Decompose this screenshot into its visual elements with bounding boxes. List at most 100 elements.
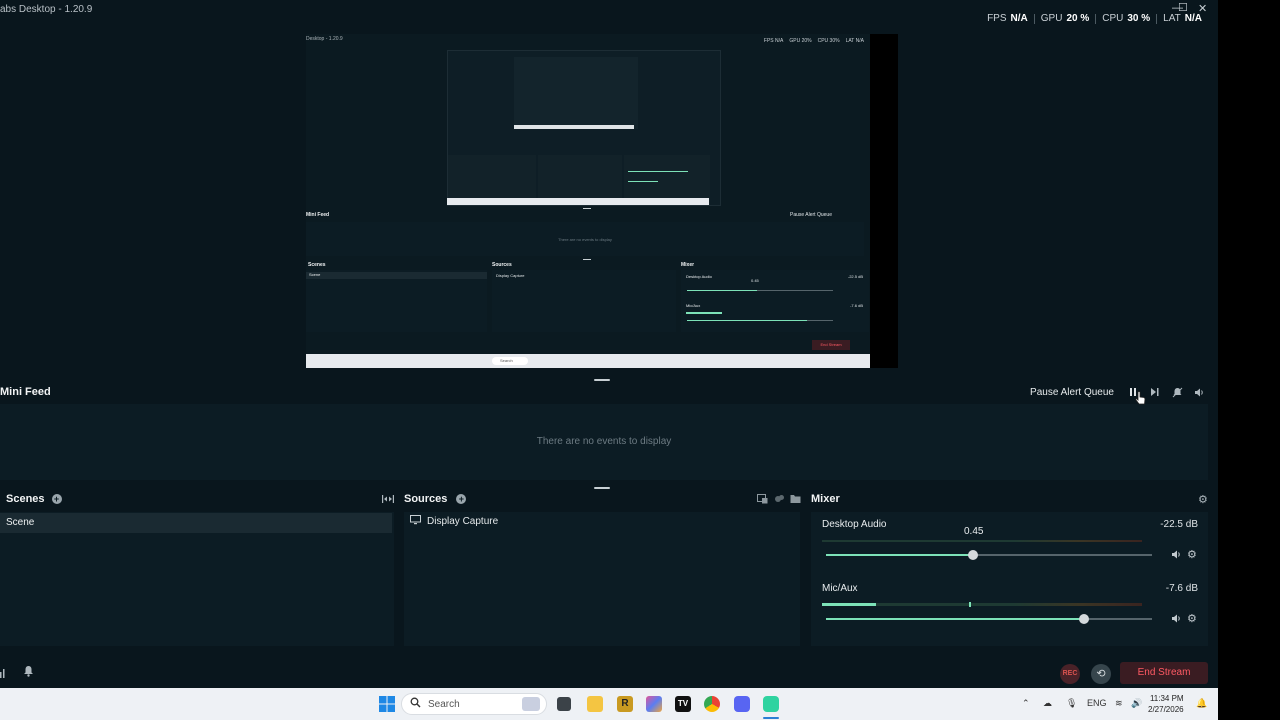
skip-alert-icon[interactable] bbox=[1148, 385, 1162, 399]
file-explorer-icon[interactable] bbox=[587, 696, 603, 712]
volume-tray-icon[interactable]: 🔊 bbox=[1131, 698, 1142, 709]
slider-knob[interactable] bbox=[1078, 614, 1089, 624]
source-name: Display Capture bbox=[427, 516, 499, 527]
microphone-icon[interactable]: 🎙 bbox=[1066, 698, 1077, 709]
scene-list-item[interactable]: Scene bbox=[0, 513, 392, 533]
preview-sources-title: Sources bbox=[492, 262, 512, 268]
preview-scenes-body: Scene bbox=[306, 270, 487, 332]
add-scene-icon[interactable]: + bbox=[51, 494, 62, 504]
mic-aux-label: Mic/Aux bbox=[822, 583, 858, 594]
footer-bar: REC ⟲ End Stream bbox=[0, 660, 1218, 688]
preview-minifeed-body: There are no events to display bbox=[306, 222, 864, 256]
taskbar-search-box[interactable]: Search bbox=[401, 693, 547, 715]
mouse-cursor-icon bbox=[1135, 391, 1146, 405]
mini-feed-toolbar: Pause Alert Queue bbox=[1030, 385, 1206, 399]
preview-scenes-title: Scenes bbox=[308, 262, 326, 268]
preview-mixer-body: Desktop Audio 0.45 -22.5 dB Mic/Aux -7.6… bbox=[681, 270, 869, 332]
search-highlight-icon bbox=[522, 697, 540, 711]
gear-icon[interactable]: ⚙ bbox=[1187, 548, 1197, 561]
nested-preview-inner bbox=[514, 57, 638, 129]
tray-chevron-up-icon[interactable]: ⌃ bbox=[1022, 698, 1030, 709]
search-placeholder: Search bbox=[428, 699, 460, 710]
record-button[interactable]: REC bbox=[1060, 664, 1080, 684]
preview-black-edge bbox=[870, 34, 898, 368]
clock-time: 11:34 PM bbox=[1149, 694, 1184, 703]
mute-notifications-icon[interactable] bbox=[1170, 385, 1184, 399]
app-title: abs Desktop - 1.20.9 bbox=[0, 4, 93, 15]
pause-alert-queue-label: Pause Alert Queue bbox=[1030, 386, 1114, 398]
mixer-settings-gear-icon[interactable]: ⚙ bbox=[1198, 493, 1208, 506]
streamlabs-window: abs Desktop - 1.20.9 — ☐ ✕ FPS N/A GPU 20 … bbox=[0, 0, 1218, 688]
preview-stats: FPS N/A GPU 20% CPU 30% LAT N/A bbox=[763, 38, 864, 44]
speaker-icon[interactable] bbox=[1171, 613, 1182, 627]
source-settings-icon[interactable] bbox=[774, 493, 785, 507]
desktop-audio-label: Desktop Audio bbox=[822, 519, 887, 530]
clock[interactable]: 11:34 PM 2/27/2026 bbox=[1148, 693, 1184, 715]
windows-start-icon[interactable] bbox=[379, 696, 395, 712]
peak-marker bbox=[969, 602, 971, 607]
slider-knob[interactable] bbox=[967, 550, 978, 560]
folder-icon[interactable] bbox=[790, 493, 801, 507]
add-source-icon[interactable]: + bbox=[456, 494, 467, 504]
search-icon bbox=[410, 697, 421, 711]
desktop-audio-db: -22.5 dB bbox=[1160, 519, 1198, 530]
title-bar: abs Desktop - 1.20.9 — ☐ ✕ FPS N/A GPU 20 … bbox=[0, 0, 1218, 30]
scene-name: Scene bbox=[6, 517, 35, 528]
notification-center-icon[interactable]: 🔔 bbox=[1196, 698, 1207, 709]
desktop-audio-level-meter bbox=[822, 540, 1142, 542]
mixer-header: Mixer bbox=[811, 490, 840, 508]
task-view-icon[interactable] bbox=[557, 697, 571, 711]
copilot-icon[interactable] bbox=[646, 696, 662, 712]
stream-preview[interactable]: Desktop - 1.20.9 FPS N/A GPU 20% CPU 30% LA… bbox=[306, 34, 898, 368]
clock-date: 2/27/2026 bbox=[1148, 705, 1184, 714]
preview-mixer-title: Mixer bbox=[681, 262, 695, 268]
language-indicator[interactable]: ENG bbox=[1087, 698, 1107, 708]
mic-aux-level-meter bbox=[822, 602, 1142, 607]
source-list-item[interactable]: Display Capture bbox=[410, 515, 498, 528]
scenes-header: Scenes + bbox=[0, 490, 62, 508]
app-icon[interactable]: R bbox=[617, 696, 633, 712]
scenes-title: Scenes bbox=[6, 493, 45, 505]
tradingview-icon[interactable]: TV bbox=[675, 696, 691, 712]
sources-header: Sources + bbox=[404, 490, 467, 508]
volume-icon[interactable] bbox=[1192, 385, 1206, 399]
speaker-icon[interactable] bbox=[1171, 549, 1182, 563]
preview-handle bbox=[583, 208, 591, 209]
resize-handle[interactable] bbox=[594, 487, 610, 489]
mixer-title: Mixer bbox=[811, 493, 840, 505]
source-layout-icon[interactable] bbox=[757, 493, 768, 507]
gear-icon[interactable]: ⚙ bbox=[1187, 612, 1197, 625]
preview-end-stream: End Stream bbox=[812, 340, 850, 350]
replay-buffer-button[interactable]: ⟲ bbox=[1091, 664, 1111, 684]
nested-preview bbox=[447, 50, 721, 237]
chrome-icon[interactable] bbox=[704, 696, 720, 712]
nested-taskbar-strip bbox=[447, 198, 709, 205]
windows-taskbar: Search R TV ⌃ ☁ 🎙 ENG ≋ 🔊 11:34 PM 2/27/… bbox=[0, 688, 1218, 720]
lat-stat: LAT N/A bbox=[1163, 13, 1202, 24]
desktop-audio-volume-value: 0.45 bbox=[964, 526, 984, 537]
preview-pause-label: Pause Alert Queue bbox=[790, 212, 832, 218]
cpu-stat: CPU 30 % bbox=[1102, 13, 1151, 24]
wifi-icon[interactable]: ≋ bbox=[1115, 698, 1123, 709]
mic-aux-db: -7.6 dB bbox=[1165, 583, 1198, 594]
screen-edge bbox=[1218, 0, 1280, 688]
discord-icon[interactable] bbox=[734, 696, 750, 712]
cloud-icon[interactable]: ☁ bbox=[1043, 698, 1052, 709]
stats-chart-icon[interactable] bbox=[0, 667, 6, 681]
mic-aux-volume-slider[interactable] bbox=[826, 614, 1152, 624]
performance-stats: FPS N/A GPU 20 % CPU 30 % LAT N/A bbox=[981, 13, 1208, 24]
desktop-audio-volume-slider[interactable] bbox=[826, 550, 1152, 560]
active-app-indicator bbox=[763, 717, 779, 719]
notification-bell-icon[interactable] bbox=[23, 665, 34, 680]
mixer-panel bbox=[811, 512, 1208, 646]
gpu-stat: GPU 20 % bbox=[1040, 13, 1090, 24]
preview-handle bbox=[583, 259, 591, 260]
mini-feed-header: Mini Feed Pause Alert Queue bbox=[0, 378, 1218, 404]
mini-feed-panel: There are no events to display bbox=[0, 404, 1208, 480]
streamlabs-icon[interactable] bbox=[763, 696, 779, 712]
end-stream-button[interactable]: End Stream bbox=[1120, 662, 1208, 684]
empty-events-message: There are no events to display bbox=[536, 436, 672, 447]
collapse-icon[interactable] bbox=[382, 493, 394, 507]
monitor-icon bbox=[410, 515, 421, 528]
preview-title: Desktop - 1.20.9 bbox=[306, 36, 343, 42]
